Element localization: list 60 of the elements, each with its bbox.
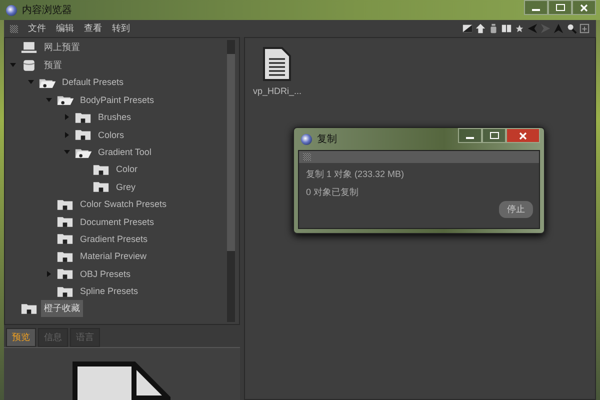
tree-item[interactable]: 预置 [41,56,65,74]
tree-item[interactable]: Color Swatch Presets [77,197,170,212]
close-button[interactable] [572,0,596,15]
folder-icon [56,250,74,263]
close-icon [580,4,588,12]
tree-item[interactable]: 橙子收藏 [41,300,83,318]
folder-icon [74,110,92,124]
window-title: 内容浏览器 [22,4,73,17]
grip-icon [10,24,18,32]
folder-icon [92,180,110,194]
scrollbar[interactable] [227,40,235,322]
tree-item[interactable]: Gradient Tool [95,145,154,160]
folder-icon [56,198,74,211]
tree-item[interactable]: Document Presets [77,214,158,229]
stop-button[interactable]: 停止 [499,201,533,218]
tree-item[interactable]: Grey [113,180,139,194]
half-square-icon[interactable] [462,23,473,34]
status-text: 复制 1 对象 (233.32 MB) [305,168,406,181]
menu-item[interactable]: 查看 [84,22,102,35]
book-icon[interactable] [501,23,512,34]
folder-icon [56,267,74,280]
new-panel-icon[interactable] [579,23,590,34]
folder-icon [56,215,74,228]
tree-item[interactable]: Gradient Presets [77,232,151,246]
star-icon[interactable] [514,23,525,34]
tree-item[interactable]: 网上预置 [41,39,83,56]
minimize-button[interactable] [458,128,482,143]
tree-item[interactable]: Colors [95,128,128,142]
tree-item[interactable]: Spline Presets [77,284,142,298]
close-icon [519,132,527,140]
home-icon[interactable] [475,23,486,34]
menu-item[interactable]: 编辑 [56,22,74,35]
folder-icon [92,162,110,176]
grip-icon [303,153,311,161]
menu-item[interactable]: 文件 [28,22,46,35]
tree-item[interactable]: BodyPaint Presets [77,92,158,107]
tree-item[interactable]: Brushes [95,110,134,124]
tree-item[interactable]: Default Presets [59,75,127,90]
app-logo-icon [301,134,312,144]
folder-icon [20,302,38,316]
tab[interactable]: 预览 [6,328,36,347]
document-icon[interactable] [262,46,292,82]
jar-icon[interactable] [488,23,499,34]
tree-item[interactable]: Material Preview [77,249,150,264]
app-logo-icon [6,4,17,16]
folder-icon [56,232,74,246]
computer-icon [20,41,38,54]
tree-item[interactable]: Color [113,162,141,176]
minimize-button[interactable] [524,0,548,15]
file-name[interactable]: vp_HDRi_... [253,86,302,96]
close-button[interactable] [506,128,540,143]
dialog-title: 复制 [317,132,338,146]
status-text: 0 对象已复制 [305,186,360,199]
menu-item[interactable]: 转到 [112,22,130,35]
folder-icon [56,284,74,298]
search-icon[interactable] [566,23,577,34]
tree-item[interactable]: OBJ Presets [77,266,134,281]
folder-icon [74,128,92,142]
maximize-button[interactable] [482,128,506,143]
maximize-button[interactable] [548,0,572,15]
